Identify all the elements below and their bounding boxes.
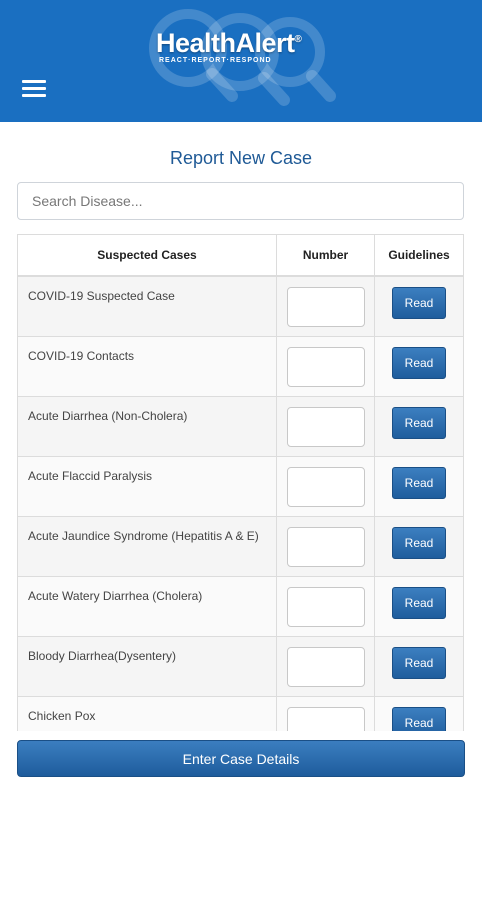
disease-name: Acute Jaundice Syndrome (Hepatitis A & E…: [18, 517, 277, 576]
table-row: Chicken Pox Read: [18, 697, 463, 731]
read-guidelines-button[interactable]: Read: [392, 347, 446, 379]
disease-name: Acute Diarrhea (Non-Cholera): [18, 397, 277, 456]
case-number-input[interactable]: [286, 467, 365, 507]
case-number-input[interactable]: [286, 587, 365, 627]
disease-name: COVID-19 Contacts: [18, 337, 277, 396]
case-number-input[interactable]: [286, 527, 365, 567]
read-guidelines-button[interactable]: Read: [392, 707, 446, 731]
table-body: COVID-19 Suspected Case Read COVID-19 Co…: [18, 277, 463, 731]
table-row: Acute Flaccid Paralysis Read: [18, 457, 463, 517]
read-guidelines-button[interactable]: Read: [392, 527, 446, 559]
read-guidelines-button[interactable]: Read: [392, 467, 446, 499]
read-guidelines-button[interactable]: Read: [392, 647, 446, 679]
read-guidelines-button[interactable]: Read: [392, 287, 446, 319]
disease-name: Acute Flaccid Paralysis: [18, 457, 277, 516]
case-number-input[interactable]: [286, 347, 365, 387]
disease-name: Acute Watery Diarrhea (Cholera): [18, 577, 277, 636]
case-number-input[interactable]: [286, 707, 365, 731]
table-header: Suspected Cases Number Guidelines: [18, 235, 463, 277]
table-row: COVID-19 Suspected Case Read: [18, 277, 463, 337]
read-guidelines-button[interactable]: Read: [392, 407, 446, 439]
disease-name: COVID-19 Suspected Case: [18, 277, 277, 336]
logo-name: HealthAlert: [156, 28, 295, 58]
case-number-input[interactable]: [286, 647, 365, 687]
app-header: HealthAlert® REACT·REPORT·RESPOND: [0, 0, 482, 122]
column-header-guidelines: Guidelines: [388, 248, 450, 262]
search-input[interactable]: [17, 182, 464, 220]
hamburger-menu-icon[interactable]: [22, 80, 46, 100]
case-number-input[interactable]: [286, 407, 365, 447]
disease-name: Bloody Diarrhea(Dysentery): [18, 637, 277, 696]
logo-tagline: REACT·REPORT·RESPOND: [159, 57, 272, 64]
table-row: Acute Watery Diarrhea (Cholera) Read: [18, 577, 463, 637]
disease-name: Chicken Pox: [18, 697, 277, 731]
case-number-input[interactable]: [286, 287, 365, 327]
table-row: Bloody Diarrhea(Dysentery) Read: [18, 637, 463, 697]
enter-case-details-button[interactable]: Enter Case Details: [17, 740, 465, 777]
cases-table: Suspected Cases Number Guidelines COVID-…: [17, 234, 464, 731]
column-header-number: Number: [277, 235, 375, 275]
table-row: COVID-19 Contacts Read: [18, 337, 463, 397]
page-title: Report New Case: [169, 148, 313, 168]
read-guidelines-button[interactable]: Read: [392, 587, 446, 619]
registered-mark: ®: [294, 34, 302, 45]
table-row: Acute Diarrhea (Non-Cholera) Read: [18, 397, 463, 457]
column-header-suspected-cases: Suspected Cases: [18, 235, 277, 275]
table-row: Acute Jaundice Syndrome (Hepatitis A & E…: [18, 517, 463, 577]
app-logo: HealthAlert®: [156, 28, 302, 59]
